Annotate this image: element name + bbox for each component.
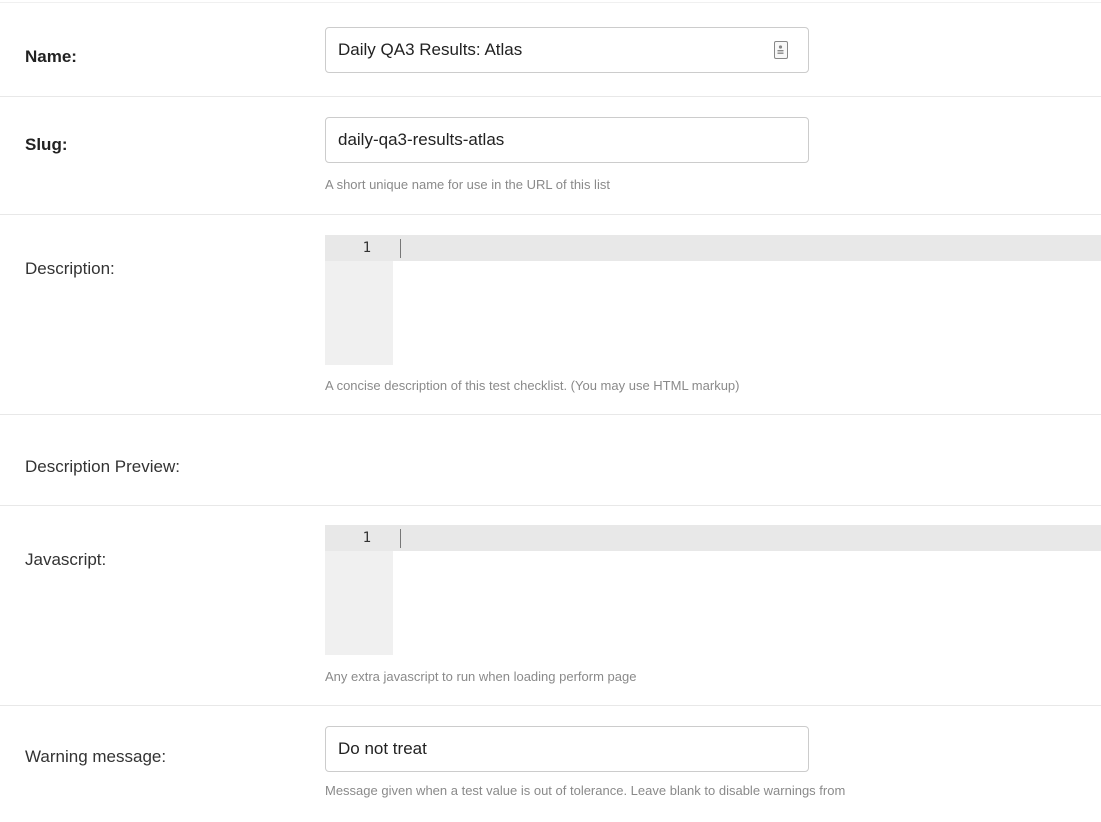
slug-input[interactable] bbox=[325, 117, 809, 163]
javascript-editor-active-line[interactable] bbox=[325, 525, 1101, 551]
checklist-form: Name: Slug: A short unique name for use … bbox=[0, 0, 1101, 822]
description-code-editor[interactable]: 1 bbox=[325, 235, 1101, 365]
name-row: Name: bbox=[0, 2, 1101, 96]
javascript-line-number: 1 bbox=[362, 530, 371, 546]
description-editor-active-line[interactable] bbox=[325, 235, 1101, 261]
name-label: Name: bbox=[25, 47, 77, 66]
name-input[interactable] bbox=[325, 27, 809, 73]
warning-message-row: Warning message: Message given when a te… bbox=[0, 705, 1101, 822]
javascript-label: Javascript: bbox=[25, 550, 107, 569]
description-help-text: A concise description of this test check… bbox=[325, 378, 740, 393]
description-preview-label: Description Preview: bbox=[25, 457, 180, 476]
description-preview-row: Description Preview: bbox=[0, 414, 1101, 505]
slug-row: Slug: A short unique name for use in the… bbox=[0, 96, 1101, 214]
warning-message-help-text: Message given when a test value is out o… bbox=[325, 783, 846, 798]
warning-message-input[interactable] bbox=[325, 726, 809, 772]
javascript-code-editor[interactable]: 1 bbox=[325, 525, 1101, 655]
description-editor-cursor bbox=[400, 239, 401, 258]
javascript-row: Javascript: 1 Any extra javascript to ru… bbox=[0, 505, 1101, 705]
warning-message-label: Warning message: bbox=[25, 747, 167, 766]
slug-help-text: A short unique name for use in the URL o… bbox=[325, 177, 610, 192]
description-label: Description: bbox=[25, 259, 115, 278]
description-row: Description: 1 A concise description of … bbox=[0, 214, 1101, 414]
javascript-help-text: Any extra javascript to run when loading… bbox=[325, 669, 637, 684]
contact-card-icon[interactable] bbox=[774, 41, 788, 59]
javascript-editor-cursor bbox=[400, 529, 401, 548]
description-line-number: 1 bbox=[362, 240, 371, 256]
slug-label: Slug: bbox=[25, 135, 68, 154]
